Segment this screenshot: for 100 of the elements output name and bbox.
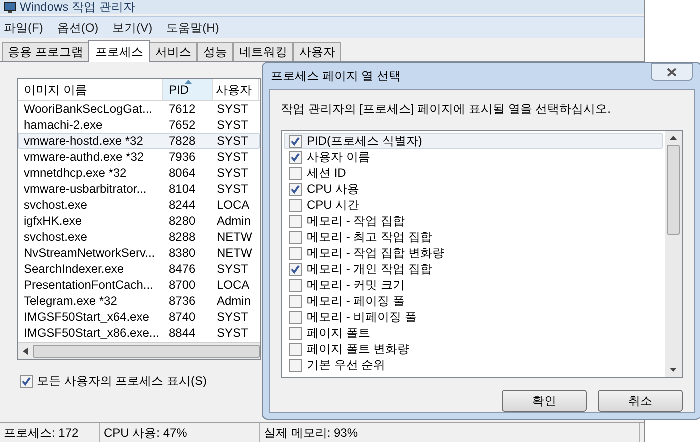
menu-item[interactable]: 도움말(H): [166, 18, 220, 36]
dialog-button[interactable]: 취소: [598, 390, 683, 412]
table-cell-text: vmware-usbarbitrator...: [23, 182, 148, 196]
dialog-instruction: 작업 관리자의 [프로세스] 페이지에 표시될 열을 선택하십시오.: [281, 101, 612, 118]
column-option[interactable]: 기본 우선 순위: [284, 357, 663, 373]
table-cell-text: SYST: [216, 166, 250, 180]
tab[interactable]: 사용자: [293, 42, 342, 61]
tab[interactable]: 서비스: [149, 42, 198, 61]
table-cell-text: 8104: [168, 182, 197, 196]
table-cell-text: WooriBankSecLogGat...: [23, 102, 154, 116]
checkbox-icon[interactable]: [289, 214, 302, 228]
checkbox-icon[interactable]: [289, 310, 302, 324]
horizontal-scrollbar[interactable]: [18, 342, 260, 359]
table-cell-text: 7652: [168, 118, 197, 132]
column-option[interactable]: 메모리 - 최고 작업 집합: [284, 229, 663, 245]
checkbox-icon[interactable]: [289, 278, 302, 292]
column-header[interactable]: PID: [163, 79, 213, 100]
table-cell-text: IMGSF50Start_x86.exe...: [23, 326, 160, 340]
monitor-icon: [4, 2, 16, 12]
close-icon: [667, 68, 677, 76]
tab[interactable]: 프로세스: [88, 40, 150, 62]
menu-item[interactable]: 보기(V): [112, 18, 153, 36]
table-cell-text: NETW: [216, 246, 254, 260]
tab[interactable]: 성능: [197, 42, 234, 61]
checked-checkbox-icon[interactable]: [289, 150, 302, 164]
table-cell-text: Admin: [216, 214, 252, 228]
table-cell-text: 7936: [168, 150, 197, 164]
table-cell-text: SearchIndexer.exe: [23, 262, 126, 276]
table-cell-text: SYST: [216, 150, 250, 164]
column-option[interactable]: 메모리 - 커밋 크기: [284, 277, 663, 293]
checkbox-icon[interactable]: [289, 198, 302, 212]
tab[interactable]: 응용 프로그램: [2, 42, 90, 61]
table-cell-text: SYST: [216, 134, 250, 148]
table-cell-text: SYST: [216, 310, 250, 324]
table-cell-text: SYST: [216, 182, 250, 196]
table-cell-text: 8280: [168, 214, 197, 228]
checkbox-icon[interactable]: [289, 294, 302, 308]
table-cell-text: SYST: [216, 326, 250, 340]
scroll-left-icon[interactable]: [23, 348, 28, 354]
table-cell-text: SYST: [216, 118, 250, 132]
checkbox-icon[interactable]: [289, 358, 302, 372]
table-cell-text: 8244: [168, 198, 197, 212]
show-all-users-checkbox[interactable]: 모든 사용자의 프로세스 표시(S): [20, 372, 207, 390]
scroll-down-icon[interactable]: [670, 368, 677, 372]
table-cell-text: 7828: [168, 134, 197, 148]
table-cell-text: IMGSF50Start_x64.exe: [23, 310, 150, 324]
column-option[interactable]: 페이지 폴트 변화량: [284, 341, 663, 357]
column-option[interactable]: CPU 사용: [284, 181, 663, 197]
table-cell-text: svchost.exe: [23, 230, 88, 244]
table-cell-text: SYST: [216, 102, 250, 116]
table-cell-text: vmnetdhcp.exe *32: [23, 166, 128, 180]
table-cell-text: Telegram.exe *32: [23, 294, 118, 308]
table-cell-text: NETW: [216, 230, 254, 244]
column-option[interactable]: 메모리 - 작업 집합: [284, 213, 663, 229]
selected-row[interactable]: vmware-hostd.exe *32 7828 SYST: [18, 133, 260, 149]
column-option[interactable]: CPU 시간: [284, 197, 663, 213]
scroll-up-icon[interactable]: [670, 136, 677, 140]
table-cell-text: 8844: [168, 326, 197, 340]
table-cell-text: 8476: [168, 262, 197, 276]
status-text: 프로세스: 172: [0, 423, 100, 442]
table-cell-text: igfxHK.exe: [23, 214, 84, 228]
table-cell-text: 7612: [168, 102, 197, 116]
table-cell-text: NvStreamNetworkServ...: [23, 246, 156, 260]
checked-checkbox-icon[interactable]: [289, 134, 302, 148]
column-option[interactable]: 메모리 - 개인 작업 집합: [284, 261, 663, 277]
dialog-title: 프로세스 페이지 열 선택: [271, 68, 402, 85]
checked-checkbox-icon[interactable]: [20, 374, 33, 388]
column-option[interactable]: 메모리 - 작업 집합 변화량: [284, 245, 663, 261]
table-cell-text: 8380: [168, 246, 197, 260]
menu-item[interactable]: 파일(F): [4, 18, 44, 36]
window-title: Windows 작업 관리자: [20, 1, 136, 13]
table-cell-text: PresentationFontCach...: [23, 278, 154, 292]
column-option[interactable]: 메모리 - 비페이징 풀: [284, 309, 663, 325]
vertical-scrollbar[interactable]: [665, 131, 682, 377]
checkbox-icon[interactable]: [289, 342, 302, 356]
checked-checkbox-icon[interactable]: [289, 182, 302, 196]
checked-checkbox-icon[interactable]: [289, 262, 302, 276]
sort-ascending-icon: [185, 80, 192, 84]
checkbox-icon[interactable]: [289, 326, 302, 340]
table-cell-text: 8700: [168, 278, 197, 292]
table-cell-text: hamachi-2.exe: [23, 118, 104, 132]
column-option[interactable]: PID(프로세스 식별자): [284, 133, 663, 149]
column-option[interactable]: 메모리 - 페이징 풀: [284, 293, 663, 309]
menu-item[interactable]: 옵션(O): [57, 18, 99, 36]
table-cell-text: LOCA: [216, 198, 251, 212]
dialog-button[interactable]: 확인: [502, 390, 587, 412]
table-cell-text: vmware-hostd.exe *32: [23, 134, 144, 148]
table-cell-text: svchost.exe: [23, 198, 88, 212]
table-cell-text: vmware-authd.exe *32: [23, 150, 146, 164]
table-cell-text: 8064: [168, 166, 197, 180]
checkbox-icon[interactable]: [289, 166, 302, 180]
column-option[interactable]: 세션 ID: [284, 165, 663, 181]
status-text: 실제 메모리: 93%: [260, 423, 640, 442]
tab[interactable]: 네트워킹: [233, 42, 294, 61]
column-option[interactable]: 사용자 이름: [284, 149, 663, 165]
column-option[interactable]: 페이지 폴트: [284, 325, 663, 341]
checkbox-icon[interactable]: [289, 230, 302, 244]
checkbox-icon[interactable]: [289, 246, 302, 260]
close-button[interactable]: [651, 63, 693, 81]
table-cell-text: 8736: [168, 294, 197, 308]
